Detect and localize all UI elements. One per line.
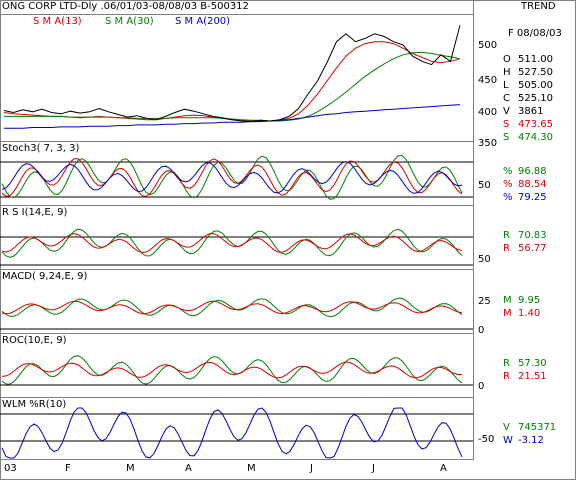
price-readout-key-3: C (503, 93, 510, 104)
rsi-readout-key-0: R (503, 230, 510, 241)
price-series-2 (4, 104, 461, 129)
rsi-readout-key-1: R (503, 243, 510, 254)
stoch-readout-key-1: % (503, 179, 513, 190)
rsi-line (1, 228, 463, 258)
price-readout-value-0: 511.00 (518, 54, 553, 65)
chart-plot-area (0, 25, 473, 459)
wlm-readout-value-0: 745371 (518, 422, 557, 433)
wlm-readout-value-1: -3.12 (518, 435, 544, 446)
wlm-line (1, 407, 463, 459)
macd-readout-key-0: M (503, 295, 512, 306)
price-readout-key-5: S (503, 119, 510, 130)
macd-readout-value-0: 9.95 (518, 295, 541, 306)
wlm-readout-key-1: W (503, 435, 513, 446)
price-readout-value-3: 525.10 (518, 93, 553, 104)
price-series-1 (4, 51, 461, 122)
macd-readout-value-1: 1.40 (518, 308, 541, 319)
price-readout-value-1: 527.50 (518, 67, 553, 78)
rsi-readout-value-0: 70.83 (518, 230, 547, 241)
price-readout-key-2: L (503, 80, 509, 91)
roc-signal-line (1, 361, 463, 379)
price-readout-value-4: 3861 (518, 106, 544, 117)
price-readout-key-1: H (503, 67, 511, 78)
wlm-readout-key-0: V (503, 422, 510, 433)
roc-line (1, 355, 463, 385)
stoch-readout-key-0: % (503, 166, 513, 177)
roc-readout-value-1: 21.51 (518, 371, 547, 382)
macd-readout-key-1: M (503, 308, 512, 319)
price-readout-key-0: O (503, 54, 511, 65)
price-readout-value-5: 473.65 (518, 119, 553, 130)
stoch-readout-value-0: 96.88 (518, 166, 547, 177)
roc-readout-key-1: R (503, 371, 510, 382)
price-readout-key-4: V (503, 106, 510, 117)
roc-readout-value-0: 57.30 (518, 358, 547, 369)
price-series-3 (3, 25, 461, 123)
price-readout-value-6: 474.30 (518, 132, 553, 143)
price-readout-key-6: S (503, 132, 510, 143)
roc-readout-key-0: R (503, 358, 510, 369)
macd-line (1, 297, 463, 318)
stoch-readout-value-2: 79.25 (518, 192, 547, 203)
price-readout-value-2: 505.00 (518, 80, 553, 91)
stoch-readout-value-1: 88.54 (518, 179, 547, 190)
stoch-readout-key-2: % (503, 192, 513, 203)
rsi-readout-value-1: 56.77 (518, 243, 547, 254)
